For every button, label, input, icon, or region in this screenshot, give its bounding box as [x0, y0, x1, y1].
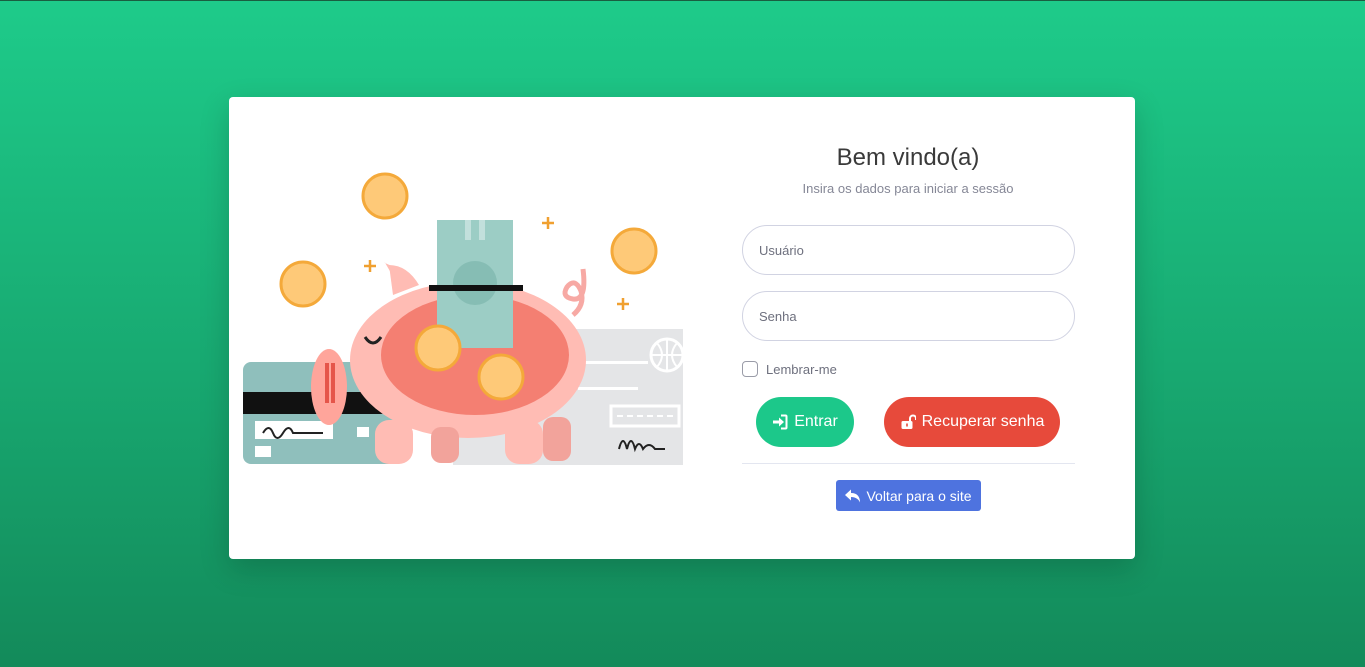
sign-in-icon: [772, 414, 788, 430]
recover-button-label: Recuperar senha: [921, 413, 1045, 430]
enter-button[interactable]: Entrar: [756, 397, 854, 447]
top-border: [0, 0, 1365, 1]
divider: [742, 463, 1075, 464]
remember-me[interactable]: Lembrar-me: [742, 361, 837, 377]
remember-me-label: Lembrar-me: [766, 361, 837, 377]
password-input[interactable]: [742, 291, 1075, 341]
back-to-site-button[interactable]: Voltar para o site: [836, 480, 981, 511]
back-button-label: Voltar para o site: [866, 487, 972, 504]
login-card: Bem vindo(a) Insira os dados para inicia…: [229, 97, 1135, 559]
enter-button-label: Entrar: [794, 413, 838, 430]
reply-arrow-icon: [845, 489, 861, 503]
remember-me-checkbox[interactable]: [742, 361, 758, 377]
recover-password-button[interactable]: Recuperar senha: [884, 397, 1060, 447]
piggy-bank-illustration: [243, 172, 683, 465]
username-input[interactable]: [742, 225, 1075, 275]
unlock-icon: [900, 414, 916, 430]
welcome-title: Bem vindo(a): [836, 144, 980, 171]
welcome-subtitle: Insira os dados para iniciar a sessão: [802, 181, 1014, 196]
